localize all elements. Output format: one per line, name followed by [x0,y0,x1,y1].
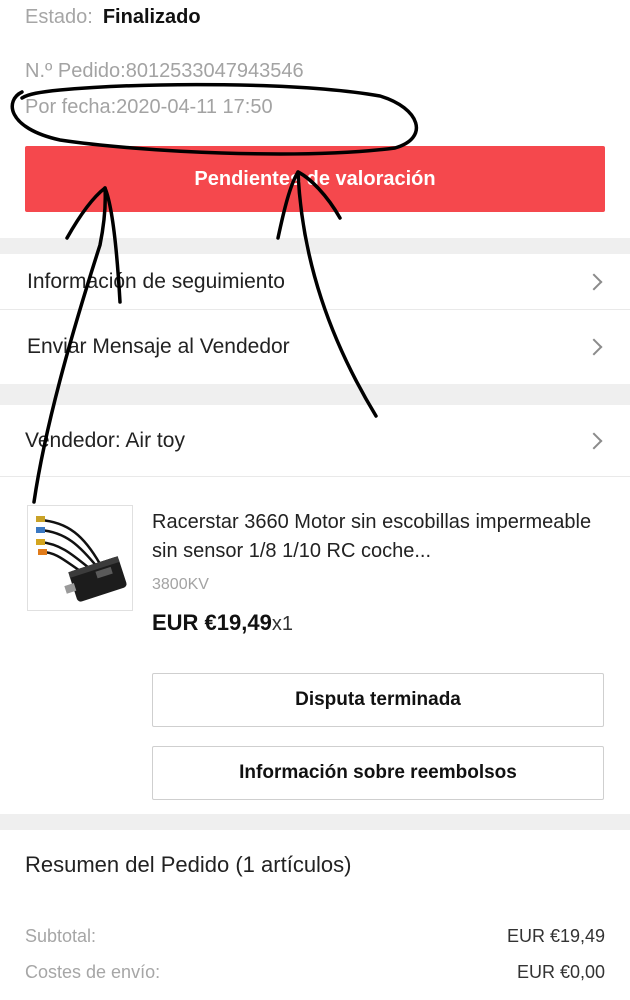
subtotal-row: Subtotal: EUR €19,49 [25,926,605,947]
product-price: EUR €19,49x1 [152,610,293,636]
section-divider [0,814,630,830]
tracking-info-row[interactable]: Información de seguimiento [0,254,630,310]
leave-review-button[interactable]: Pendientes de valoración [25,146,605,212]
subtotal-value: EUR €19,49 [506,926,605,946]
seller-name: Vendedor: Air toy [25,428,185,452]
subtotal-label: Subtotal: [25,926,97,946]
message-seller-label: Enviar Mensaje al Vendedor [27,335,290,358]
order-number: N.º Pedido:8012533047943546 [25,60,304,82]
seller-row[interactable]: Vendedor: Air toy [0,405,630,477]
motor-product-image[interactable] [27,505,133,611]
order-summary-title: Resumen del Pedido (1 artículos) [25,852,352,877]
chevron-right-icon [585,432,603,449]
chevron-right-icon [585,338,603,356]
dispute-finished-button[interactable]: Disputa terminada [152,673,604,727]
shipping-label: Costes de envío: [25,962,161,982]
status-value: Finalizado [102,6,201,28]
chevron-right-icon [585,273,603,290]
order-date: Por fecha:2020-04-11 17:50 [25,96,273,118]
product-variant: 3800KV [152,576,209,593]
product-price-value: EUR €19,49 [152,610,272,635]
order-status: Estado: Finalizado [25,6,201,29]
status-label: Estado: [25,6,93,28]
message-seller-row[interactable]: Enviar Mensaje al Vendedor [0,310,630,384]
tracking-info-label: Información de seguimiento [27,269,285,293]
product-quantity: x1 [271,613,293,635]
refund-info-button[interactable]: Información sobre reembolsos [152,746,604,800]
shipping-row: Costes de envío: EUR €0,00 [25,962,605,983]
product-title[interactable]: Racerstar 3660 Motor sin escobillas impe… [152,508,602,566]
section-divider [0,238,630,254]
section-divider [0,384,630,405]
shipping-value: EUR €0,00 [516,962,605,982]
